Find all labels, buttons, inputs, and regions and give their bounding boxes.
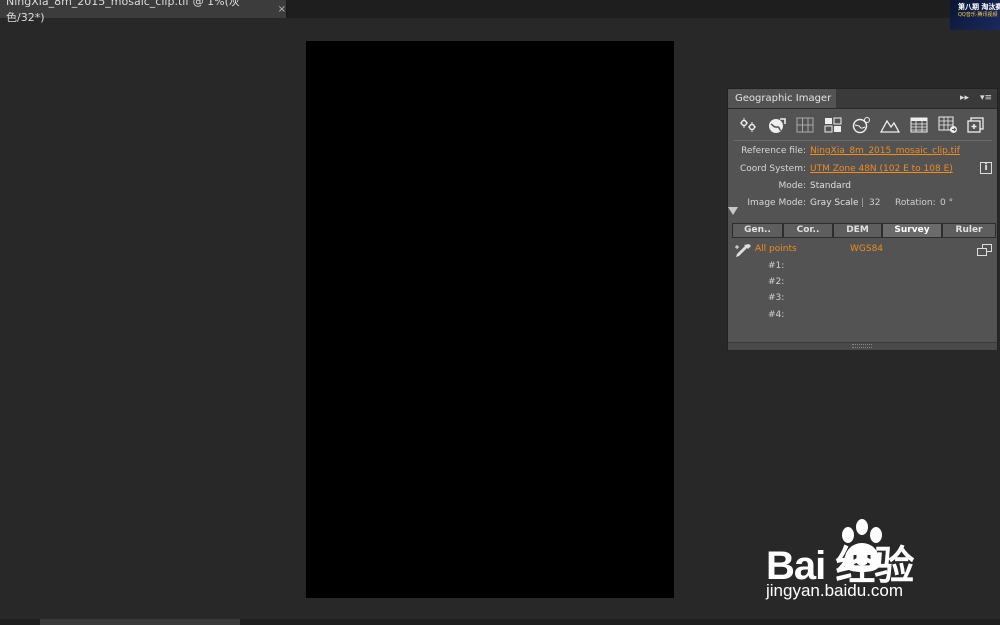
document-tab-title[interactable]: NingXia_8m_2015_mosaic_clip.tif @ 1%(灰色/… bbox=[6, 0, 270, 25]
resize-grip-icon[interactable] bbox=[852, 344, 872, 348]
bit-depth-value: 32 bbox=[869, 198, 881, 208]
coord-system-label: Coord System: bbox=[739, 164, 806, 174]
globe-settings-icon[interactable] bbox=[851, 115, 871, 135]
panel-menu-icon[interactable]: ▾≡ bbox=[980, 93, 992, 103]
expand-panel-icon[interactable]: ▸▸ bbox=[960, 93, 969, 103]
survey-point-4: #4: bbox=[768, 310, 785, 320]
image-mode-label: Image Mode: bbox=[747, 198, 806, 208]
status-bar bbox=[0, 619, 1000, 625]
collapse-triangle-icon[interactable] bbox=[728, 207, 738, 218]
tab-coordinates[interactable]: Cor.. bbox=[783, 223, 833, 238]
tiles-icon[interactable] bbox=[823, 115, 843, 135]
add-layer-icon[interactable] bbox=[966, 115, 986, 135]
toolbar-divider bbox=[734, 140, 992, 141]
status-segment bbox=[40, 619, 240, 625]
datum-value: WGS84 bbox=[850, 244, 884, 254]
table-icon[interactable] bbox=[909, 115, 929, 135]
transform-icon[interactable] bbox=[738, 115, 758, 135]
table-export-icon[interactable] bbox=[938, 115, 958, 135]
reference-file-link[interactable]: NingXia_8m_2015_mosaic_clip.tif bbox=[810, 145, 960, 157]
mode-value: Standard bbox=[810, 181, 851, 191]
panel-title: Geographic Imager bbox=[735, 93, 832, 104]
tab-survey[interactable]: Survey bbox=[882, 223, 942, 238]
coord-system-link[interactable]: UTM Zone 48N (102 E to 108 E) bbox=[810, 163, 953, 175]
panel-toolbar bbox=[736, 115, 992, 137]
info-icon[interactable]: i bbox=[980, 162, 992, 174]
all-points-label[interactable]: All points bbox=[755, 244, 797, 254]
tab-dem[interactable]: DEM bbox=[833, 223, 882, 238]
panel-tab-geographic-imager[interactable]: Geographic Imager bbox=[728, 89, 836, 108]
watermark-url: jingyan.baidu.com bbox=[766, 581, 904, 600]
panel-tab-bar: Geographic Imager ▸▸ ▾≡ bbox=[728, 89, 997, 109]
close-icon[interactable]: × bbox=[278, 4, 286, 15]
panel-resize-bar[interactable] bbox=[728, 342, 997, 350]
field-separator: | bbox=[861, 198, 865, 208]
subtab-bar: Gen.. Cor.. DEM Survey Ruler bbox=[732, 223, 996, 239]
globe-arrow-icon[interactable] bbox=[767, 115, 787, 135]
geographic-imager-panel: Geographic Imager ▸▸ ▾≡ Reference file: … bbox=[727, 88, 998, 350]
rotation-value: 0 ° bbox=[940, 198, 954, 208]
terrain-icon[interactable] bbox=[880, 115, 900, 135]
document-tab[interactable]: NingXia_8m_2015_mosaic_clip.tif @ 1%(灰色/… bbox=[0, 0, 287, 24]
window-icon[interactable] bbox=[977, 244, 992, 256]
image-mode-value: Gray Scale bbox=[810, 198, 859, 208]
image-canvas[interactable] bbox=[306, 41, 674, 598]
survey-point-1: #1: bbox=[768, 261, 785, 271]
tab-ruler[interactable]: Ruler bbox=[942, 223, 996, 238]
tab-general[interactable]: Gen.. bbox=[732, 223, 783, 238]
survey-point-2: #2: bbox=[768, 277, 785, 287]
video-thumbnail: 第八期 淘汰赛 QQ音乐·腾讯视频 bbox=[950, 0, 1000, 30]
grid-icon[interactable] bbox=[795, 115, 815, 135]
rotation-label: Rotation: bbox=[895, 198, 936, 208]
reference-file-label: Reference file: bbox=[741, 146, 806, 156]
baidu-watermark: Bai 经验 jingyan.baidu.com bbox=[760, 515, 990, 605]
thumbnail-subtitle: QQ音乐·腾讯视频 bbox=[958, 12, 998, 18]
survey-point-3: #3: bbox=[768, 293, 785, 303]
document-tab-bar: NingXia_8m_2015_mosaic_clip.tif @ 1%(灰色/… bbox=[0, 0, 1000, 24]
mode-label: Mode: bbox=[778, 181, 806, 191]
eyedropper-icon[interactable] bbox=[732, 243, 752, 262]
